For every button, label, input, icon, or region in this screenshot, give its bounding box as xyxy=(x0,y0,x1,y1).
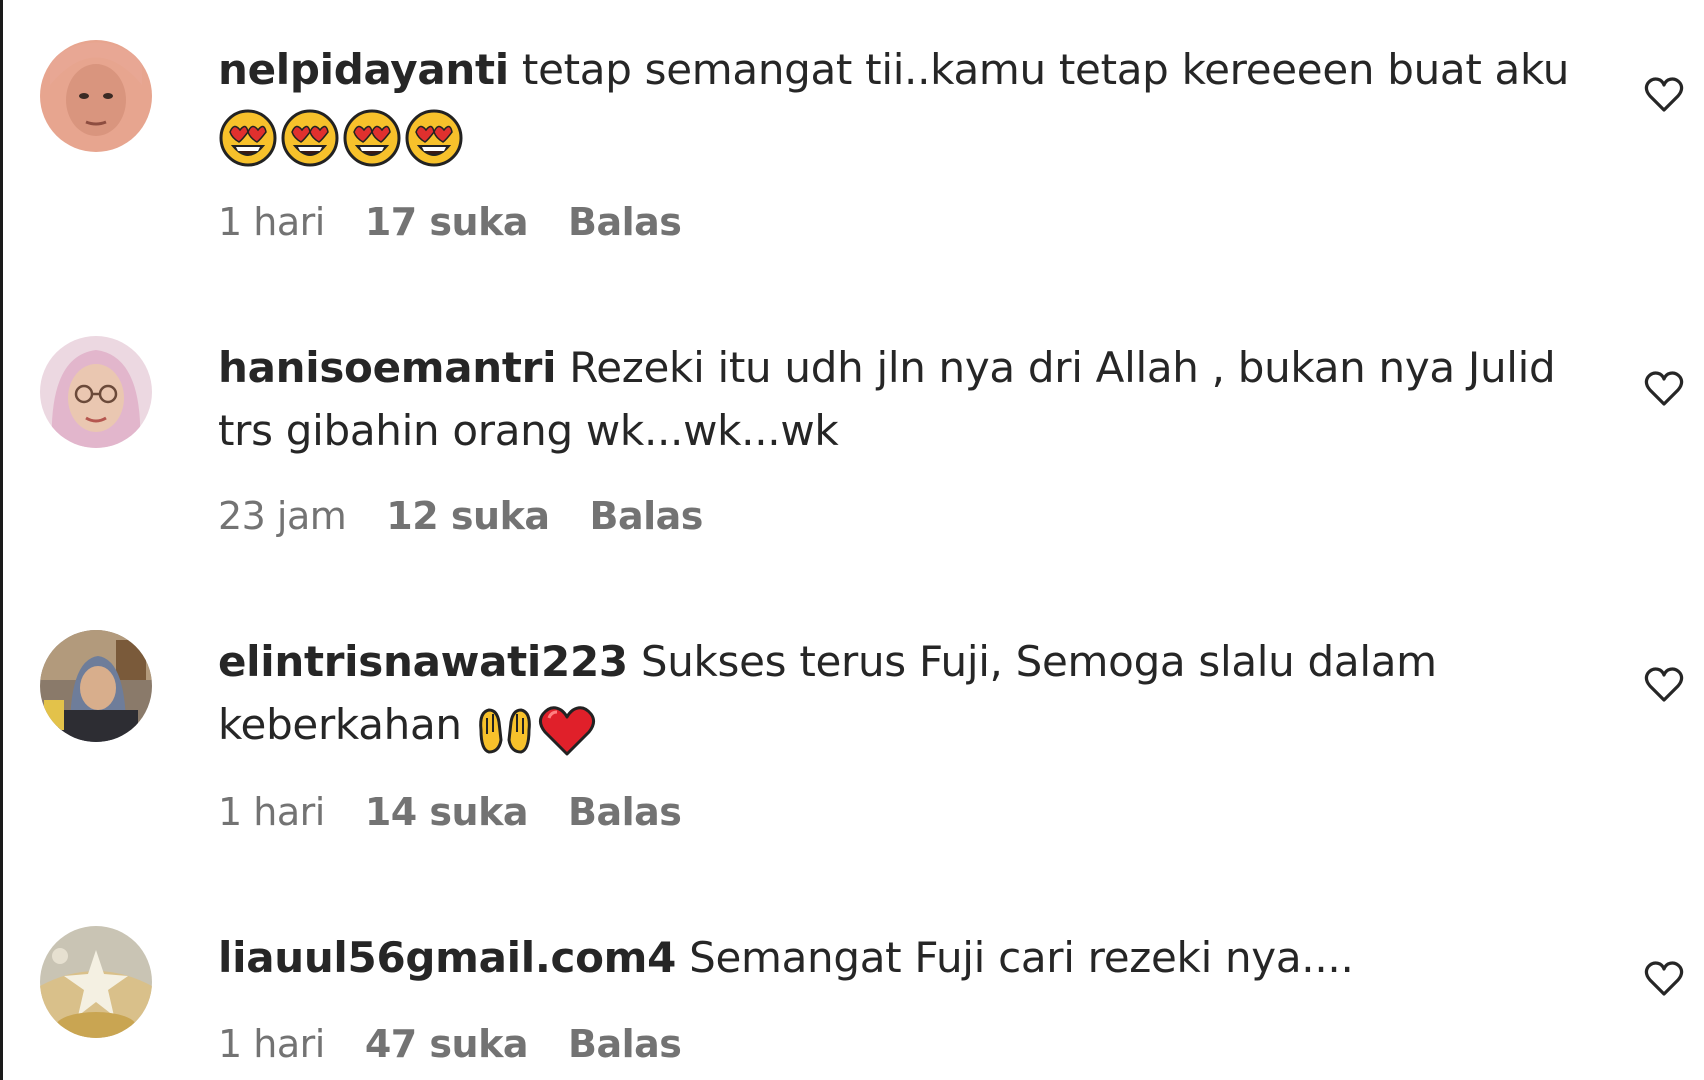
comment-time: 1 hari xyxy=(218,1022,325,1066)
avatar[interactable] xyxy=(40,40,152,152)
comment-username[interactable]: nelpidayanti xyxy=(218,45,509,94)
reply-button[interactable]: Balas xyxy=(568,1022,682,1066)
heart-eyes-emoji xyxy=(219,109,277,167)
comment-text-block: elintrisnawati223 Sukses terus Fuji, Sem… xyxy=(218,630,1598,760)
heart-outline-icon[interactable] xyxy=(1642,662,1686,706)
heart-eyes-emoji xyxy=(343,109,401,167)
comment-time: 1 hari xyxy=(218,200,325,244)
comment-likes[interactable]: 12 suka xyxy=(386,494,550,538)
avatar[interactable] xyxy=(40,630,152,742)
heart-outline-icon[interactable] xyxy=(1642,366,1686,410)
heart-eyes-emoji xyxy=(281,109,339,167)
red-heart-emoji xyxy=(538,706,595,756)
comment-username[interactable]: hanisoemantri xyxy=(218,343,556,392)
avatar[interactable] xyxy=(40,336,152,448)
heart-eyes-emoji xyxy=(405,109,463,167)
comment-text-block: hanisoemantri Rezeki itu udh jln nya dri… xyxy=(218,336,1598,462)
reply-button[interactable]: Balas xyxy=(568,200,682,244)
comment-meta: 1 hari 14 suka Balas xyxy=(218,790,721,834)
comment-meta: 23 jam 12 suka Balas xyxy=(218,494,743,538)
avatar[interactable] xyxy=(40,926,152,1038)
comment-username[interactable]: liauul56gmail.com4 xyxy=(218,933,676,982)
comment-body: tetap semangat tii..kamu tetap kereeeen … xyxy=(521,45,1570,94)
comment-text-block: liauul56gmail.com4 Semangat Fuji cari re… xyxy=(218,926,1598,989)
comment-username[interactable]: elintrisnawati223 xyxy=(218,637,628,686)
comment-time: 23 jam xyxy=(218,494,347,538)
comment-body: Semangat Fuji cari rezeki nya.... xyxy=(689,933,1354,982)
window-left-border xyxy=(0,0,3,1080)
comment-likes[interactable]: 14 suka xyxy=(365,790,529,834)
emoji-row xyxy=(475,695,599,760)
reply-button[interactable]: Balas xyxy=(568,790,682,834)
open-hands-emoji xyxy=(478,708,531,754)
reply-button[interactable]: Balas xyxy=(590,494,704,538)
comment-text-block: nelpidayanti tetap semangat tii..kamu te… xyxy=(218,38,1598,168)
comment-likes[interactable]: 17 suka xyxy=(365,200,529,244)
comment-time: 1 hari xyxy=(218,790,325,834)
comment-meta: 1 hari 47 suka Balas xyxy=(218,1022,721,1066)
comment-likes[interactable]: 47 suka xyxy=(365,1022,529,1066)
comment-meta: 1 hari 17 suka Balas xyxy=(218,200,721,244)
emoji-row xyxy=(218,103,466,168)
heart-outline-icon[interactable] xyxy=(1642,956,1686,1000)
heart-outline-icon[interactable] xyxy=(1642,72,1686,116)
